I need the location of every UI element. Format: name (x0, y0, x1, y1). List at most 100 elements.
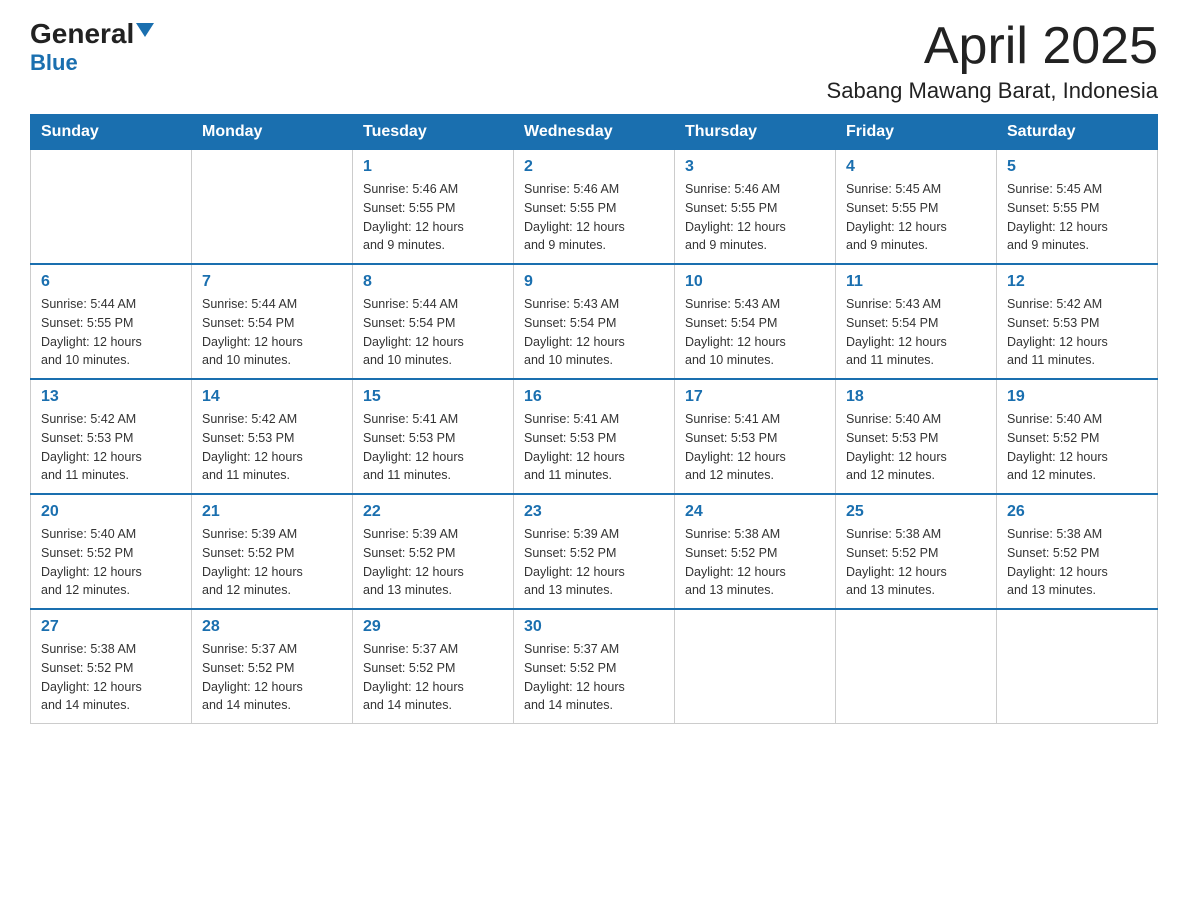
day-cell: 18 Sunrise: 5:40 AMSunset: 5:53 PMDayligh… (836, 379, 997, 494)
day-info: Sunrise: 5:45 AMSunset: 5:55 PMDaylight:… (1007, 180, 1147, 255)
day-number: 16 (524, 388, 664, 406)
day-number: 12 (1007, 273, 1147, 291)
day-cell: 1 Sunrise: 5:46 AMSunset: 5:55 PMDaylight… (353, 150, 514, 265)
day-cell: 3 Sunrise: 5:46 AMSunset: 5:55 PMDaylight… (675, 150, 836, 265)
day-info: Sunrise: 5:38 AMSunset: 5:52 PMDaylight:… (846, 525, 986, 600)
day-info: Sunrise: 5:39 AMSunset: 5:52 PMDaylight:… (524, 525, 664, 600)
day-cell: 11Sunrise: 5:43 AMSunset: 5:54 PMDayligh… (836, 264, 997, 379)
day-cell: 19 Sunrise: 5:40 AMSunset: 5:52 PMDayligh… (997, 379, 1158, 494)
day-number: 2 (524, 158, 664, 176)
day-number: 14 (202, 388, 342, 406)
day-cell: 27 Sunrise: 5:38 AMSunset: 5:52 PMDayligh… (31, 609, 192, 724)
day-number: 20 (41, 503, 181, 521)
day-number: 3 (685, 158, 825, 176)
header-sunday: Sunday (31, 115, 192, 150)
day-cell: 24 Sunrise: 5:38 AMSunset: 5:52 PMDayligh… (675, 494, 836, 609)
day-info: Sunrise: 5:44 AMSunset: 5:55 PMDaylight:… (41, 295, 181, 370)
day-number: 23 (524, 503, 664, 521)
day-cell: 30Sunrise: 5:37 AMSunset: 5:52 PMDayligh… (514, 609, 675, 724)
logo: General Blue (30, 20, 154, 76)
day-number: 5 (1007, 158, 1147, 176)
day-info: Sunrise: 5:41 AMSunset: 5:53 PMDaylight:… (363, 410, 503, 485)
day-cell: 6 Sunrise: 5:44 AMSunset: 5:55 PMDaylight… (31, 264, 192, 379)
day-cell: 22 Sunrise: 5:39 AMSunset: 5:52 PMDayligh… (353, 494, 514, 609)
day-info: Sunrise: 5:40 AMSunset: 5:53 PMDaylight:… (846, 410, 986, 485)
week-row-5: 27 Sunrise: 5:38 AMSunset: 5:52 PMDayligh… (31, 609, 1158, 724)
day-number: 25 (846, 503, 986, 521)
calendar-subtitle: Sabang Mawang Barat, Indonesia (827, 78, 1158, 104)
day-number: 22 (363, 503, 503, 521)
day-cell: 10Sunrise: 5:43 AMSunset: 5:54 PMDayligh… (675, 264, 836, 379)
day-cell: 12Sunrise: 5:42 AMSunset: 5:53 PMDayligh… (997, 264, 1158, 379)
header-saturday: Saturday (997, 115, 1158, 150)
day-cell: 5 Sunrise: 5:45 AMSunset: 5:55 PMDaylight… (997, 150, 1158, 265)
day-cell: 26 Sunrise: 5:38 AMSunset: 5:52 PMDayligh… (997, 494, 1158, 609)
day-info: Sunrise: 5:37 AMSunset: 5:52 PMDaylight:… (363, 640, 503, 715)
day-number: 8 (363, 273, 503, 291)
header-friday: Friday (836, 115, 997, 150)
day-cell (997, 609, 1158, 724)
day-info: Sunrise: 5:39 AMSunset: 5:52 PMDaylight:… (363, 525, 503, 600)
day-cell: 29 Sunrise: 5:37 AMSunset: 5:52 PMDayligh… (353, 609, 514, 724)
day-number: 18 (846, 388, 986, 406)
day-number: 27 (41, 618, 181, 636)
header-thursday: Thursday (675, 115, 836, 150)
day-info: Sunrise: 5:43 AMSunset: 5:54 PMDaylight:… (524, 295, 664, 370)
day-number: 6 (41, 273, 181, 291)
day-info: Sunrise: 5:43 AMSunset: 5:54 PMDaylight:… (685, 295, 825, 370)
week-row-1: 1 Sunrise: 5:46 AMSunset: 5:55 PMDaylight… (31, 150, 1158, 265)
day-number: 21 (202, 503, 342, 521)
day-info: Sunrise: 5:46 AMSunset: 5:55 PMDaylight:… (363, 180, 503, 255)
day-info: Sunrise: 5:46 AMSunset: 5:55 PMDaylight:… (685, 180, 825, 255)
header-wednesday: Wednesday (514, 115, 675, 150)
day-cell: 14 Sunrise: 5:42 AMSunset: 5:53 PMDayligh… (192, 379, 353, 494)
day-info: Sunrise: 5:38 AMSunset: 5:52 PMDaylight:… (1007, 525, 1147, 600)
day-number: 19 (1007, 388, 1147, 406)
day-number: 24 (685, 503, 825, 521)
day-number: 30 (524, 618, 664, 636)
logo-triangle-icon (136, 23, 154, 37)
day-cell (192, 150, 353, 265)
week-row-2: 6 Sunrise: 5:44 AMSunset: 5:55 PMDaylight… (31, 264, 1158, 379)
day-info: Sunrise: 5:40 AMSunset: 5:52 PMDaylight:… (41, 525, 181, 600)
week-row-4: 20 Sunrise: 5:40 AMSunset: 5:52 PMDayligh… (31, 494, 1158, 609)
day-cell: 25 Sunrise: 5:38 AMSunset: 5:52 PMDayligh… (836, 494, 997, 609)
page-header: General Blue April 2025 Sabang Mawang Ba… (30, 20, 1158, 104)
day-cell: 20 Sunrise: 5:40 AMSunset: 5:52 PMDayligh… (31, 494, 192, 609)
day-info: Sunrise: 5:38 AMSunset: 5:52 PMDaylight:… (41, 640, 181, 715)
calendar-table: SundayMondayTuesdayWednesdayThursdayFrid… (30, 114, 1158, 724)
header-row: SundayMondayTuesdayWednesdayThursdayFrid… (31, 115, 1158, 150)
day-number: 15 (363, 388, 503, 406)
day-number: 13 (41, 388, 181, 406)
day-cell: 13Sunrise: 5:42 AMSunset: 5:53 PMDayligh… (31, 379, 192, 494)
day-cell: 8 Sunrise: 5:44 AMSunset: 5:54 PMDaylight… (353, 264, 514, 379)
header-tuesday: Tuesday (353, 115, 514, 150)
day-number: 17 (685, 388, 825, 406)
day-info: Sunrise: 5:39 AMSunset: 5:52 PMDaylight:… (202, 525, 342, 600)
header-monday: Monday (192, 115, 353, 150)
logo-general: General (30, 20, 134, 48)
day-cell: 21 Sunrise: 5:39 AMSunset: 5:52 PMDayligh… (192, 494, 353, 609)
title-block: April 2025 Sabang Mawang Barat, Indonesi… (827, 20, 1158, 104)
day-info: Sunrise: 5:46 AMSunset: 5:55 PMDaylight:… (524, 180, 664, 255)
day-info: Sunrise: 5:37 AMSunset: 5:52 PMDaylight:… (202, 640, 342, 715)
day-cell: 16Sunrise: 5:41 AMSunset: 5:53 PMDayligh… (514, 379, 675, 494)
day-cell: 17 Sunrise: 5:41 AMSunset: 5:53 PMDayligh… (675, 379, 836, 494)
day-number: 7 (202, 273, 342, 291)
day-number: 29 (363, 618, 503, 636)
day-cell: 15 Sunrise: 5:41 AMSunset: 5:53 PMDayligh… (353, 379, 514, 494)
day-info: Sunrise: 5:41 AMSunset: 5:53 PMDaylight:… (685, 410, 825, 485)
calendar-title: April 2025 (827, 20, 1158, 72)
day-number: 26 (1007, 503, 1147, 521)
day-info: Sunrise: 5:40 AMSunset: 5:52 PMDaylight:… (1007, 410, 1147, 485)
day-info: Sunrise: 5:44 AMSunset: 5:54 PMDaylight:… (363, 295, 503, 370)
day-info: Sunrise: 5:38 AMSunset: 5:52 PMDaylight:… (685, 525, 825, 600)
day-cell: 2 Sunrise: 5:46 AMSunset: 5:55 PMDaylight… (514, 150, 675, 265)
day-info: Sunrise: 5:42 AMSunset: 5:53 PMDaylight:… (202, 410, 342, 485)
logo-blue: Blue (30, 50, 78, 76)
day-cell: 9Sunrise: 5:43 AMSunset: 5:54 PMDaylight… (514, 264, 675, 379)
day-cell (675, 609, 836, 724)
day-cell (31, 150, 192, 265)
day-info: Sunrise: 5:44 AMSunset: 5:54 PMDaylight:… (202, 295, 342, 370)
day-number: 1 (363, 158, 503, 176)
